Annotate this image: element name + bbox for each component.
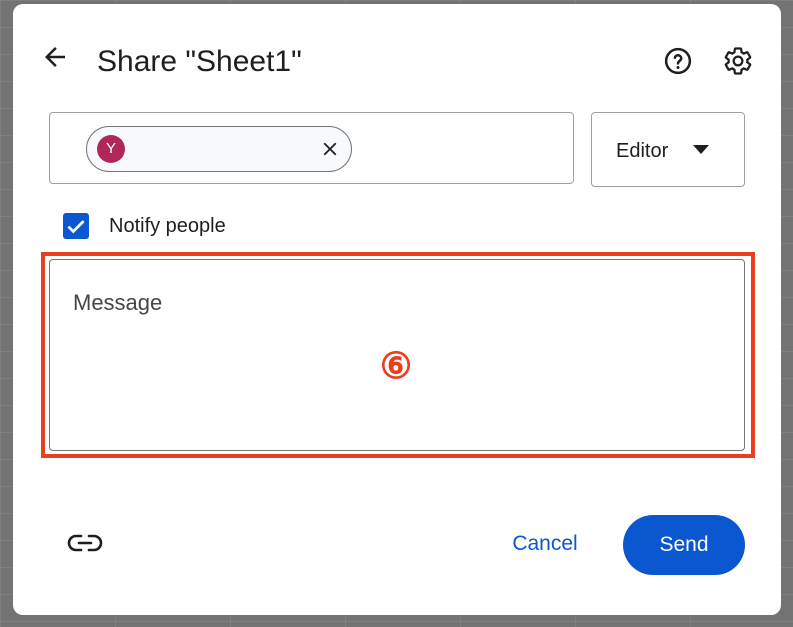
link-icon — [67, 534, 103, 552]
role-dropdown[interactable]: Editor — [591, 112, 745, 187]
copy-link-button[interactable] — [67, 530, 103, 556]
cancel-button[interactable]: Cancel — [495, 526, 595, 562]
check-icon — [67, 220, 85, 234]
help-circle-icon — [664, 47, 692, 75]
settings-button[interactable] — [723, 46, 753, 76]
recipient-chip[interactable]: Y — [86, 126, 352, 172]
caret-down-icon — [693, 145, 709, 154]
arrow-back-icon — [45, 47, 65, 67]
dialog-title: Share "Sheet1" — [97, 45, 302, 78]
share-dialog: Share "Sheet1" Y Editor Notify people Me… — [13, 4, 781, 615]
help-button[interactable] — [663, 46, 693, 76]
recipients-input[interactable]: Y — [49, 112, 574, 184]
back-button[interactable] — [40, 42, 70, 72]
notify-label: Notify people — [109, 215, 226, 237]
annotation-marker: ⑥ — [379, 345, 413, 386]
gear-icon — [724, 47, 752, 75]
role-label: Editor — [616, 140, 669, 162]
notify-checkbox[interactable] — [63, 213, 89, 239]
remove-recipient-button[interactable] — [319, 138, 341, 160]
close-icon — [323, 142, 337, 156]
send-button[interactable]: Send — [623, 515, 745, 575]
avatar: Y — [97, 135, 125, 163]
